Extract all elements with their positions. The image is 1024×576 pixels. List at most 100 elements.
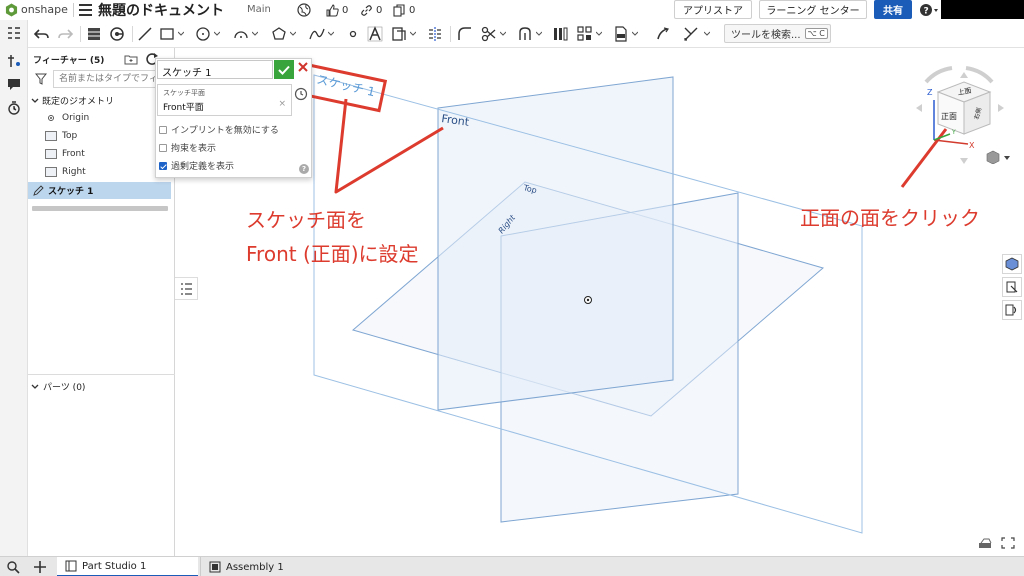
add-folder-icon[interactable] xyxy=(124,52,138,66)
chevron-down-icon[interactable] xyxy=(31,98,39,104)
trim-tool-button[interactable] xyxy=(480,25,498,43)
circle-tool-button[interactable] xyxy=(194,25,212,43)
view-arrow-left-icon[interactable] xyxy=(916,104,922,112)
tab-part-studio[interactable]: Part Studio 1 xyxy=(57,557,198,576)
checkbox-box[interactable] xyxy=(159,161,167,170)
feature-list-icon[interactable] xyxy=(6,25,22,41)
checkbox-box[interactable] xyxy=(159,143,167,152)
share-button[interactable]: 共有 xyxy=(874,0,912,19)
chevron-down-icon[interactable] xyxy=(178,31,184,36)
variables-icon[interactable] xyxy=(6,53,22,69)
view-arrow-right-icon[interactable] xyxy=(998,104,1004,112)
rollback-bar[interactable] xyxy=(32,206,168,211)
history-icon[interactable] xyxy=(6,100,22,116)
view-arrow-down-icon[interactable] xyxy=(960,158,968,164)
onshape-logo-icon[interactable] xyxy=(5,3,18,17)
tree-item-right[interactable]: Right xyxy=(45,164,86,180)
sketch-grid-button[interactable] xyxy=(85,25,103,43)
tree-item-origin[interactable]: Origin xyxy=(45,110,89,126)
history-icon[interactable] xyxy=(294,87,308,101)
construction-button[interactable] xyxy=(654,25,672,43)
display-mode-icon[interactable] xyxy=(985,150,1011,164)
checkbox-box[interactable] xyxy=(159,125,167,134)
chevron-down-icon[interactable] xyxy=(536,31,542,36)
linear-pattern-button[interactable] xyxy=(552,25,570,43)
app-store-button[interactable]: アプリストア xyxy=(674,0,752,19)
sketch-settings-button[interactable] xyxy=(108,25,126,43)
mate-connector-button[interactable] xyxy=(1002,277,1022,297)
chevron-down-icon[interactable] xyxy=(410,31,416,36)
show-overdefined-checkbox[interactable]: 過剰定義を表示 xyxy=(159,159,234,172)
tree-item-label: Origin xyxy=(62,113,90,123)
link-control[interactable]: 0 xyxy=(360,3,382,17)
cancel-button[interactable] xyxy=(296,61,310,77)
chevron-down-icon[interactable] xyxy=(290,31,296,36)
fullscreen-icon[interactable] xyxy=(1001,537,1015,549)
filter-icon[interactable] xyxy=(35,73,47,85)
tool-search-button[interactable]: ツールを検索... ⌥ C xyxy=(724,24,831,43)
chevron-down-icon[interactable] xyxy=(704,31,710,36)
line-tool-button[interactable] xyxy=(136,25,154,43)
panel-toggle-button[interactable] xyxy=(175,277,198,300)
front-plane[interactable] xyxy=(437,76,674,411)
chevron-down-icon[interactable] xyxy=(214,31,220,36)
circular-pattern-button[interactable] xyxy=(576,25,594,43)
globe-icon[interactable] xyxy=(297,3,311,17)
right-plane[interactable] xyxy=(500,192,739,523)
arc-tool-button[interactable] xyxy=(232,25,250,43)
rectangle-tool-button[interactable] xyxy=(158,25,176,43)
chevron-down-icon[interactable] xyxy=(328,31,334,36)
use-tool-button[interactable] xyxy=(516,25,534,43)
add-tab-icon[interactable] xyxy=(33,560,47,574)
comments-icon[interactable] xyxy=(6,76,22,92)
parts-divider[interactable] xyxy=(28,374,175,375)
disable-imprint-checkbox[interactable]: インプリントを無効にする xyxy=(159,123,279,136)
view-rotate-ring[interactable] xyxy=(924,66,994,84)
show-constraints-checkbox[interactable]: 拘束を表示 xyxy=(159,141,216,154)
view-options-icon[interactable] xyxy=(978,537,992,549)
tree-item-top[interactable]: Top xyxy=(45,128,77,144)
chevron-down-icon[interactable] xyxy=(500,31,506,36)
fillet-tool-button[interactable] xyxy=(456,25,474,43)
undo-button[interactable] xyxy=(33,25,51,43)
dimension-button[interactable] xyxy=(682,25,700,43)
help-icon[interactable]: ? xyxy=(919,3,939,17)
chevron-down-icon[interactable] xyxy=(632,31,638,36)
view-arrow-up-icon[interactable] xyxy=(960,72,968,78)
like-control[interactable]: 0 xyxy=(326,3,348,17)
spline-tool-button[interactable] xyxy=(308,25,326,43)
accept-button[interactable] xyxy=(274,60,294,79)
feature-filter-input[interactable] xyxy=(53,70,171,88)
tab-assembly[interactable]: Assembly 1 xyxy=(200,557,341,576)
mirror-tool-button[interactable] xyxy=(426,25,444,43)
copy-control[interactable]: 0 xyxy=(393,3,415,17)
learning-center-button[interactable]: ラーニング センター xyxy=(759,0,867,19)
help-icon[interactable]: ? xyxy=(299,164,309,174)
text-tool-button[interactable] xyxy=(366,25,384,43)
appearance-panel-button[interactable] xyxy=(1002,254,1022,274)
tree-item-sketch[interactable]: スケッチ 1 xyxy=(28,182,171,199)
point-tool-button[interactable] xyxy=(344,25,362,43)
chevron-down-icon[interactable] xyxy=(596,31,602,36)
clear-selection-icon[interactable]: × xyxy=(278,99,286,109)
tab-search-icon[interactable] xyxy=(6,560,20,574)
redo-button[interactable] xyxy=(56,25,74,43)
parts-group[interactable]: パーツ (0) xyxy=(31,380,85,393)
annotation-left-line2: Front (正面)に設定 xyxy=(246,242,419,266)
dxf-import-button[interactable] xyxy=(612,25,630,43)
custom-features-button[interactable] xyxy=(1002,300,1022,320)
tree-item-front[interactable]: Front xyxy=(45,146,85,162)
sketch-plane-selector[interactable]: スケッチ平面 Front平面 × xyxy=(157,84,292,116)
polygon-tool-button[interactable] xyxy=(270,25,288,43)
sketch-name-field[interactable]: スケッチ 1 xyxy=(157,60,273,79)
chevron-down-icon[interactable] xyxy=(31,384,39,390)
checkbox-label: 拘束を表示 xyxy=(171,144,217,154)
default-geometry-group[interactable]: 既定のジオメトリ xyxy=(31,94,114,107)
document-menu-icon[interactable] xyxy=(79,4,92,16)
document-title[interactable]: 無題のドキュメント xyxy=(98,0,224,20)
toolbar-divider xyxy=(80,26,81,42)
offset-tool-button[interactable] xyxy=(390,25,408,43)
branch-label[interactable]: Main xyxy=(247,4,271,15)
chevron-down-icon[interactable] xyxy=(252,31,258,36)
top-plane[interactable] xyxy=(351,181,825,417)
